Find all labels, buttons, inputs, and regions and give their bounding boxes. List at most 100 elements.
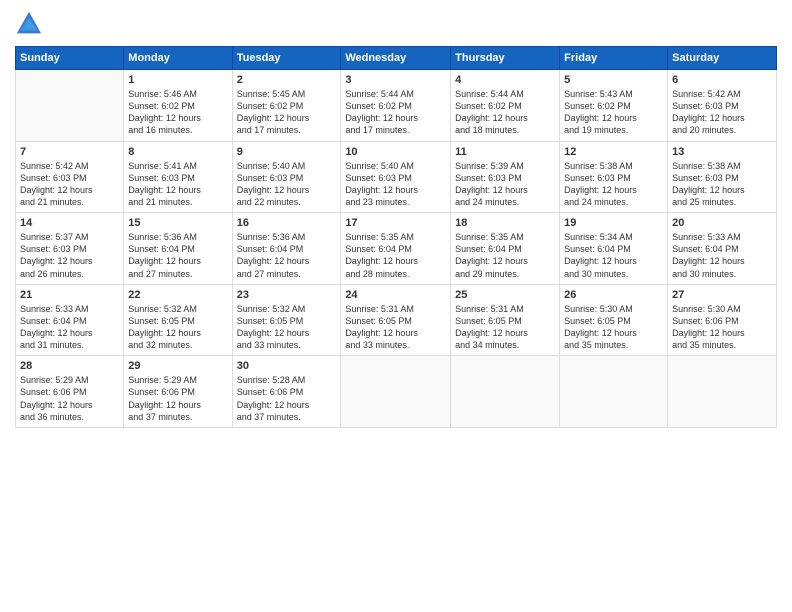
- day-info: Sunrise: 5:39 AM Sunset: 6:03 PM Dayligh…: [455, 160, 555, 209]
- calendar-cell: 3Sunrise: 5:44 AM Sunset: 6:02 PM Daylig…: [341, 70, 451, 142]
- calendar-cell: [16, 70, 124, 142]
- page: SundayMondayTuesdayWednesdayThursdayFrid…: [0, 0, 792, 612]
- calendar-cell: 22 Sunrise: 5:32 AM Sunset: 6:05 PM Dayli…: [124, 284, 232, 356]
- day-info: Sunrise: 5:38 AM Sunset: 6:03 PM Dayligh…: [564, 160, 663, 209]
- calendar-cell: 28 Sunrise: 5:29 AM Sunset: 6:06 PM Dayli…: [16, 356, 124, 428]
- calendar-cell: 4Sunrise: 5:44 AM Sunset: 6:02 PM Daylig…: [451, 70, 560, 142]
- calendar-cell: 17 Sunrise: 5:35 AM Sunset: 6:04 PM Dayli…: [341, 213, 451, 285]
- calendar-cell: 16 Sunrise: 5:36 AM Sunset: 6:04 PM Dayli…: [232, 213, 341, 285]
- calendar-cell: 24Sunrise: 5:31 AM Sunset: 6:05 PM Dayli…: [341, 284, 451, 356]
- day-info: Sunrise: 5:41 AM Sunset: 6:03 PM Dayligh…: [128, 160, 227, 209]
- day-number: 12: [564, 146, 663, 158]
- calendar-cell: 6 Sunrise: 5:42 AM Sunset: 6:03 PM Daylig…: [668, 70, 777, 142]
- week-row-3: 14Sunrise: 5:37 AM Sunset: 6:03 PM Dayli…: [16, 213, 777, 285]
- calendar-cell: 10 Sunrise: 5:40 AM Sunset: 6:03 PM Dayli…: [341, 141, 451, 213]
- calendar-cell: 8 Sunrise: 5:41 AM Sunset: 6:03 PM Daylig…: [124, 141, 232, 213]
- day-number: 9: [237, 146, 337, 158]
- day-number: 8: [128, 146, 227, 158]
- day-info: Sunrise: 5:33 AM Sunset: 6:04 PM Dayligh…: [672, 231, 772, 280]
- days-header-row: SundayMondayTuesdayWednesdayThursdayFrid…: [16, 47, 777, 70]
- day-number: 1: [128, 74, 227, 86]
- day-number: 2: [237, 74, 337, 86]
- calendar-cell: 5 Sunrise: 5:43 AM Sunset: 6:02 PM Daylig…: [560, 70, 668, 142]
- calendar-cell: 21Sunrise: 5:33 AM Sunset: 6:04 PM Dayli…: [16, 284, 124, 356]
- calendar-cell: 11 Sunrise: 5:39 AM Sunset: 6:03 PM Dayli…: [451, 141, 560, 213]
- day-number: 10: [345, 146, 446, 158]
- day-info: Sunrise: 5:29 AM Sunset: 6:06 PM Dayligh…: [20, 374, 119, 423]
- day-number: 23: [237, 289, 337, 301]
- day-number: 7: [20, 146, 119, 158]
- calendar-cell: 18Sunrise: 5:35 AM Sunset: 6:04 PM Dayli…: [451, 213, 560, 285]
- day-number: 5: [564, 74, 663, 86]
- header: [15, 10, 777, 38]
- day-number: 13: [672, 146, 772, 158]
- week-row-5: 28 Sunrise: 5:29 AM Sunset: 6:06 PM Dayli…: [16, 356, 777, 428]
- day-header-friday: Friday: [560, 47, 668, 70]
- day-info: Sunrise: 5:45 AM Sunset: 6:02 PM Dayligh…: [237, 88, 337, 137]
- day-number: 26: [564, 289, 663, 301]
- calendar-cell: [560, 356, 668, 428]
- day-number: 24: [345, 289, 446, 301]
- calendar-header: SundayMondayTuesdayWednesdayThursdayFrid…: [16, 47, 777, 70]
- day-header-sunday: Sunday: [16, 47, 124, 70]
- day-info: Sunrise: 5:28 AM Sunset: 6:06 PM Dayligh…: [237, 374, 337, 423]
- calendar-cell: 14Sunrise: 5:37 AM Sunset: 6:03 PM Dayli…: [16, 213, 124, 285]
- day-info: Sunrise: 5:46 AM Sunset: 6:02 PM Dayligh…: [128, 88, 227, 137]
- calendar-cell: 12 Sunrise: 5:38 AM Sunset: 6:03 PM Dayli…: [560, 141, 668, 213]
- calendar-cell: 13 Sunrise: 5:38 AM Sunset: 6:03 PM Dayli…: [668, 141, 777, 213]
- day-number: 3: [345, 74, 446, 86]
- day-number: 30: [237, 360, 337, 372]
- week-row-2: 7 Sunrise: 5:42 AM Sunset: 6:03 PM Daylig…: [16, 141, 777, 213]
- calendar-cell: [451, 356, 560, 428]
- day-info: Sunrise: 5:30 AM Sunset: 6:06 PM Dayligh…: [672, 303, 772, 352]
- day-header-wednesday: Wednesday: [341, 47, 451, 70]
- calendar-cell: 19 Sunrise: 5:34 AM Sunset: 6:04 PM Dayli…: [560, 213, 668, 285]
- day-info: Sunrise: 5:42 AM Sunset: 6:03 PM Dayligh…: [672, 88, 772, 137]
- day-number: 25: [455, 289, 555, 301]
- day-number: 15: [128, 217, 227, 229]
- calendar-cell: [341, 356, 451, 428]
- day-header-saturday: Saturday: [668, 47, 777, 70]
- day-number: 22: [128, 289, 227, 301]
- day-number: 11: [455, 146, 555, 158]
- day-info: Sunrise: 5:36 AM Sunset: 6:04 PM Dayligh…: [128, 231, 227, 280]
- calendar-cell: 1 Sunrise: 5:46 AM Sunset: 6:02 PM Daylig…: [124, 70, 232, 142]
- day-info: Sunrise: 5:36 AM Sunset: 6:04 PM Dayligh…: [237, 231, 337, 280]
- day-header-tuesday: Tuesday: [232, 47, 341, 70]
- day-number: 19: [564, 217, 663, 229]
- day-info: Sunrise: 5:43 AM Sunset: 6:02 PM Dayligh…: [564, 88, 663, 137]
- day-header-thursday: Thursday: [451, 47, 560, 70]
- day-number: 17: [345, 217, 446, 229]
- calendar-cell: 30 Sunrise: 5:28 AM Sunset: 6:06 PM Dayli…: [232, 356, 341, 428]
- day-number: 28: [20, 360, 119, 372]
- calendar-cell: 20 Sunrise: 5:33 AM Sunset: 6:04 PM Dayli…: [668, 213, 777, 285]
- day-info: Sunrise: 5:35 AM Sunset: 6:04 PM Dayligh…: [345, 231, 446, 280]
- day-info: Sunrise: 5:38 AM Sunset: 6:03 PM Dayligh…: [672, 160, 772, 209]
- day-number: 20: [672, 217, 772, 229]
- day-number: 16: [237, 217, 337, 229]
- week-row-4: 21Sunrise: 5:33 AM Sunset: 6:04 PM Dayli…: [16, 284, 777, 356]
- day-info: Sunrise: 5:40 AM Sunset: 6:03 PM Dayligh…: [237, 160, 337, 209]
- calendar: SundayMondayTuesdayWednesdayThursdayFrid…: [15, 46, 777, 428]
- calendar-cell: 15 Sunrise: 5:36 AM Sunset: 6:04 PM Dayli…: [124, 213, 232, 285]
- calendar-cell: [668, 356, 777, 428]
- day-info: Sunrise: 5:34 AM Sunset: 6:04 PM Dayligh…: [564, 231, 663, 280]
- calendar-cell: 27Sunrise: 5:30 AM Sunset: 6:06 PM Dayli…: [668, 284, 777, 356]
- day-info: Sunrise: 5:32 AM Sunset: 6:05 PM Dayligh…: [128, 303, 227, 352]
- day-number: 21: [20, 289, 119, 301]
- day-info: Sunrise: 5:40 AM Sunset: 6:03 PM Dayligh…: [345, 160, 446, 209]
- day-info: Sunrise: 5:35 AM Sunset: 6:04 PM Dayligh…: [455, 231, 555, 280]
- calendar-cell: 2 Sunrise: 5:45 AM Sunset: 6:02 PM Daylig…: [232, 70, 341, 142]
- calendar-cell: 9 Sunrise: 5:40 AM Sunset: 6:03 PM Daylig…: [232, 141, 341, 213]
- calendar-cell: 25 Sunrise: 5:31 AM Sunset: 6:05 PM Dayli…: [451, 284, 560, 356]
- day-info: Sunrise: 5:30 AM Sunset: 6:05 PM Dayligh…: [564, 303, 663, 352]
- day-info: Sunrise: 5:29 AM Sunset: 6:06 PM Dayligh…: [128, 374, 227, 423]
- day-number: 6: [672, 74, 772, 86]
- day-info: Sunrise: 5:31 AM Sunset: 6:05 PM Dayligh…: [455, 303, 555, 352]
- day-header-monday: Monday: [124, 47, 232, 70]
- logo-icon: [15, 10, 43, 38]
- day-info: Sunrise: 5:42 AM Sunset: 6:03 PM Dayligh…: [20, 160, 119, 209]
- day-info: Sunrise: 5:32 AM Sunset: 6:05 PM Dayligh…: [237, 303, 337, 352]
- calendar-cell: 26 Sunrise: 5:30 AM Sunset: 6:05 PM Dayli…: [560, 284, 668, 356]
- calendar-cell: 23 Sunrise: 5:32 AM Sunset: 6:05 PM Dayli…: [232, 284, 341, 356]
